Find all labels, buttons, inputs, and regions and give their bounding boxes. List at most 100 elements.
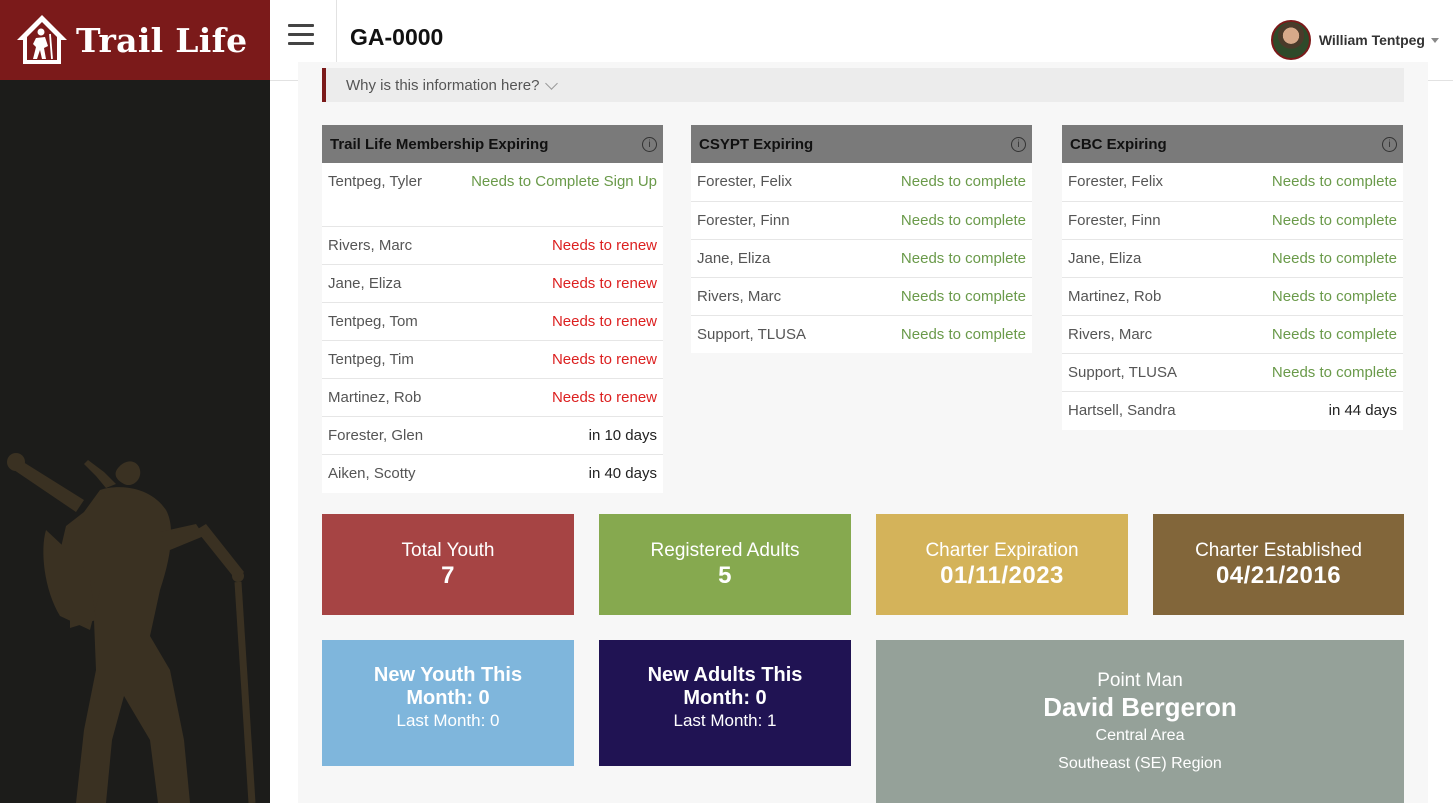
table-row[interactable]: Forester, Felix Needs to complete — [1062, 163, 1403, 201]
member-name: Support, TLUSA — [697, 326, 806, 343]
member-name: Hartsell, Sandra — [1068, 402, 1176, 419]
table-row[interactable]: Support, TLUSA Needs to complete — [691, 315, 1032, 353]
panel-rows: Forester, Felix Needs to complete Foreste… — [1062, 163, 1403, 429]
member-status: Needs to complete — [900, 250, 1026, 267]
member-name: Jane, Eliza — [1068, 250, 1142, 267]
charter-established-tile[interactable]: Charter Established 04/21/2016 — [1153, 514, 1404, 615]
brand-logo[interactable]: Trail Life — [0, 0, 270, 80]
panel-header: Trail Life Membership Expiring i — [322, 125, 663, 163]
member-status: Needs to complete — [900, 212, 1026, 229]
panel-title: CBC Expiring — [1070, 135, 1167, 153]
total-youth-value: 7 — [441, 561, 455, 589]
unit-title: GA-0000 — [350, 24, 444, 50]
new-adults-line2: Month: 0 — [683, 687, 767, 709]
panel-rows: Forester, Felix Needs to complete Foreste… — [691, 163, 1032, 353]
member-name: Rivers, Marc — [697, 288, 782, 305]
table-row[interactable]: Rivers, Marc Needs to complete — [691, 277, 1032, 315]
table-row[interactable]: Tentpeg, Tom Needs to renew — [322, 302, 663, 340]
table-row[interactable]: Forester, Finn Needs to complete — [691, 201, 1032, 239]
table-row[interactable]: Forester, Felix Needs to complete — [691, 163, 1032, 201]
why-info-toggle[interactable]: Why is this information here? — [322, 68, 1404, 102]
new-youth-line1: New Youth This — [373, 664, 523, 686]
member-status: Needs to complete — [1271, 250, 1397, 267]
cbc-expiring-panel: CBC Expiring i Forester, Felix Needs to c… — [1062, 125, 1403, 430]
panel-title: CSYPT Expiring — [699, 135, 814, 153]
total-youth-label: Total Youth — [401, 539, 495, 561]
info-icon[interactable]: i — [1011, 136, 1026, 152]
info-icon[interactable]: i — [1382, 136, 1397, 152]
member-status: Needs to complete — [900, 173, 1026, 190]
member-status: Needs to complete — [1271, 326, 1397, 343]
table-row[interactable]: Martinez, Rob Needs to complete — [1062, 277, 1403, 315]
new-adults-tile[interactable]: New Adults This Month: 0 Last Month: 1 — [599, 640, 851, 766]
new-youth-tile[interactable]: New Youth This Month: 0 Last Month: 0 — [322, 640, 574, 766]
caret-down-icon — [1431, 37, 1439, 43]
table-row[interactable]: Aiken, Scotty in 40 days — [322, 454, 663, 492]
charter-established-value: 04/21/2016 — [1215, 561, 1342, 589]
charter-expiration-tile[interactable]: Charter Expiration 01/11/2023 — [876, 514, 1128, 615]
member-status: Needs to complete — [1271, 173, 1397, 190]
table-row[interactable]: Rivers, Marc Needs to complete — [1062, 315, 1403, 353]
member-status: Needs to complete — [1271, 364, 1397, 381]
table-row[interactable]: Hartsell, Sandra in 44 days — [1062, 391, 1403, 429]
member-status: in 44 days — [1328, 402, 1397, 419]
member-name: Jane, Eliza — [328, 275, 402, 292]
table-row[interactable]: Forester, Glen in 10 days — [322, 416, 663, 454]
point-man-tile[interactable]: Point Man David Bergeron Central Area So… — [876, 640, 1404, 803]
panel-title: Trail Life Membership Expiring — [330, 135, 549, 153]
member-status: Needs to complete — [1271, 212, 1397, 229]
member-name: Jane, Eliza — [697, 250, 771, 267]
member-name: Aiken, Scotty — [328, 465, 416, 482]
registered-adults-tile[interactable]: Registered Adults 5 — [599, 514, 851, 615]
member-name: Martinez, Rob — [1068, 288, 1162, 305]
point-man-name: David Bergeron — [1043, 692, 1237, 722]
charter-established-label: Charter Established — [1195, 539, 1362, 561]
point-man-area: Central Area — [1095, 727, 1185, 744]
member-status: Needs to complete — [1271, 288, 1397, 305]
hamburger-menu-icon[interactable] — [288, 24, 314, 46]
total-youth-tile[interactable]: Total Youth 7 — [322, 514, 574, 615]
table-row[interactable]: Jane, Eliza Needs to renew — [322, 264, 663, 302]
trail-life-logo-icon — [17, 15, 67, 64]
table-row[interactable]: Forester, Finn Needs to complete — [1062, 201, 1403, 239]
member-status: Needs to renew — [551, 237, 657, 254]
member-name: Tentpeg, Tyler — [328, 173, 422, 190]
new-youth-line2: Month: 0 — [406, 687, 490, 709]
member-name: Martinez, Rob — [328, 389, 422, 406]
member-status: Needs to complete — [900, 326, 1026, 343]
member-status: Needs to complete — [900, 288, 1026, 305]
member-name: Forester, Felix — [1068, 173, 1164, 190]
member-status: Needs to renew — [551, 389, 657, 406]
user-menu[interactable]: William Tentpeg — [1270, 20, 1439, 60]
table-row[interactable]: Rivers, Marc Needs to renew — [322, 226, 663, 264]
table-row[interactable]: Jane, Eliza Needs to complete — [1062, 239, 1403, 277]
avatar — [1270, 20, 1311, 60]
member-name: Support, TLUSA — [1068, 364, 1177, 381]
new-adults-last-month: Last Month: 1 — [673, 711, 777, 730]
member-status: in 40 days — [588, 465, 657, 482]
point-man-label: Point Man — [1097, 670, 1183, 691]
chevron-down-icon — [545, 76, 559, 90]
table-row[interactable]: Tentpeg, Tyler Needs to Complete Sign Up — [322, 163, 663, 226]
hiker-silhouette-icon — [7, 453, 256, 803]
table-row[interactable]: Jane, Eliza Needs to complete — [691, 239, 1032, 277]
table-row[interactable]: Support, TLUSA Needs to complete — [1062, 353, 1403, 391]
member-name: Tentpeg, Tom — [328, 313, 418, 330]
member-name: Rivers, Marc — [1068, 326, 1153, 343]
member-name: Forester, Finn — [1068, 212, 1161, 229]
member-name: Tentpeg, Tim — [328, 351, 414, 368]
table-row[interactable]: Tentpeg, Tim Needs to renew — [322, 340, 663, 378]
point-man-region: Southeast (SE) Region — [1058, 755, 1222, 772]
registered-adults-label: Registered Adults — [650, 539, 800, 561]
table-row[interactable]: Martinez, Rob Needs to renew — [322, 378, 663, 416]
user-name: William Tentpeg — [1318, 32, 1425, 48]
charter-expiration-label: Charter Expiration — [925, 539, 1079, 561]
why-info-label: Why is this information here? — [346, 76, 540, 94]
sidebar: Trail Life — [0, 0, 270, 803]
member-name: Forester, Finn — [697, 212, 790, 229]
membership-expiring-panel: Trail Life Membership Expiring i Tentpeg… — [322, 125, 663, 493]
info-icon[interactable]: i — [642, 136, 657, 152]
panel-header: CSYPT Expiring i — [691, 125, 1032, 163]
charter-expiration-value: 01/11/2023 — [940, 561, 1064, 589]
member-status: in 10 days — [588, 427, 657, 444]
